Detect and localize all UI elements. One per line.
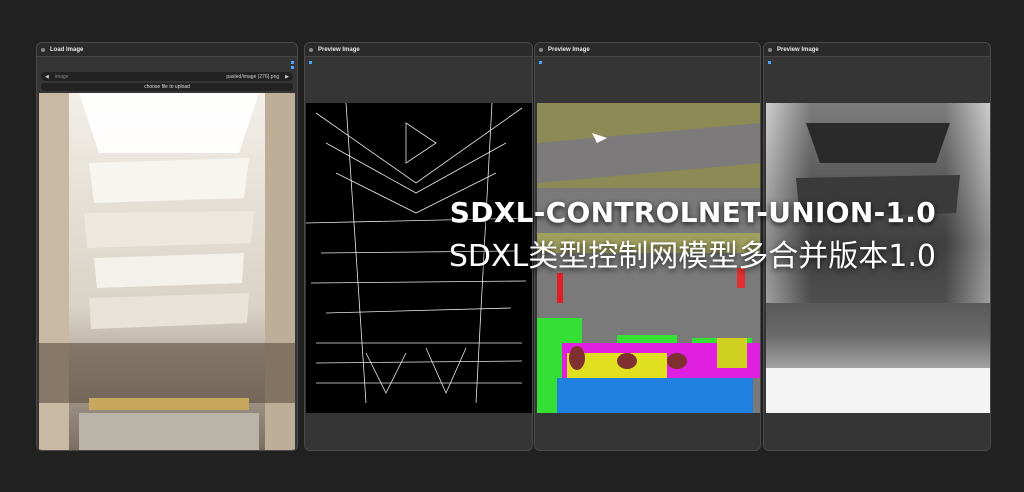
node-id-text: #14 (515, 42, 523, 43)
collapse-dot-icon[interactable] (309, 47, 313, 52)
collapse-dot-icon[interactable] (539, 47, 543, 52)
node-title: Preview Image (777, 46, 819, 53)
node-title: Preview Image (548, 46, 590, 53)
arrow-left-icon[interactable]: ◀ (45, 74, 49, 80)
image-selector-label: image (54, 73, 69, 80)
node-id: #14 (515, 42, 528, 43)
node-id: #15 (741, 42, 754, 43)
node-title: Preview Image (318, 46, 360, 53)
image-selector[interactable]: ◀ image pasted/image (276).png ▶ (41, 72, 293, 81)
output-slot-icon[interactable] (291, 66, 294, 69)
input-slot-icon[interactable] (539, 61, 542, 64)
arrow-right-icon[interactable]: ▶ (285, 74, 289, 80)
node-header[interactable]: Preview Image (764, 43, 990, 57)
overlay-title-line1: SDXL-CONTROLNET-UNION-1.0 (449, 196, 936, 229)
image-selector-value: pasted/image (276).png (226, 73, 280, 80)
collapse-dot-icon[interactable] (41, 47, 45, 52)
collapse-dot-icon[interactable] (768, 47, 772, 52)
node-id-text: #12 (278, 42, 286, 43)
input-slot-icon[interactable] (768, 61, 771, 64)
node-id-text: #19 (971, 42, 979, 43)
overlay-title: SDXL-CONTROLNET-UNION-1.0 SDXL类型控制网模型多合并… (449, 196, 936, 275)
source-image (39, 93, 295, 450)
output-slot-icon[interactable] (291, 61, 294, 64)
node-id-text: #15 (741, 42, 749, 43)
overlay-title-line2: SDXL类型控制网模型多合并版本1.0 (448, 239, 936, 274)
node-id: #19 (971, 42, 984, 43)
node-id: #12 (278, 42, 291, 43)
node-header[interactable]: Preview Image (535, 43, 760, 57)
load-image-node[interactable]: Load Image ◀ image pasted/image (276).pn… (36, 42, 298, 451)
node-header[interactable]: Load Image (37, 43, 297, 57)
input-slot-icon[interactable] (309, 61, 312, 64)
upload-button[interactable]: choose file to upload (41, 83, 293, 91)
node-header[interactable]: Preview Image (305, 43, 532, 57)
node-title: Load Image (50, 46, 84, 53)
